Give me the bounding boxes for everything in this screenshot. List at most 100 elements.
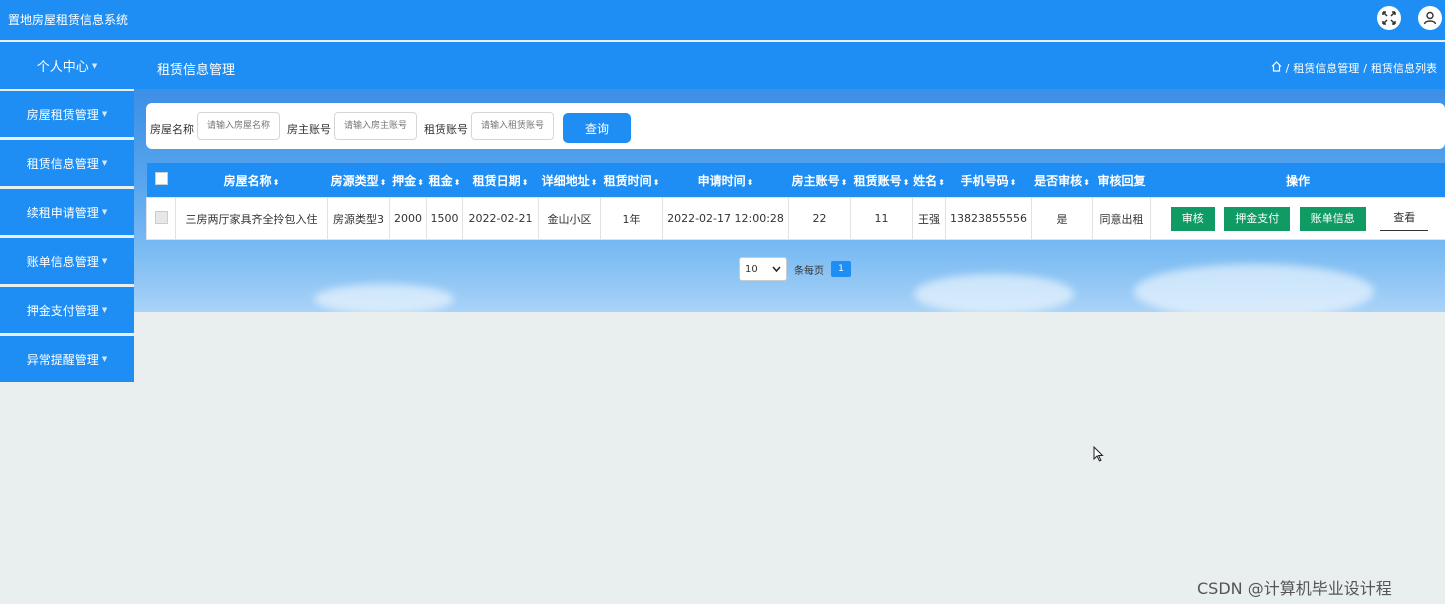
sidebar-item-label: 房屋租赁管理: [26, 107, 99, 122]
column-header[interactable]: 是否审核⬍: [1031, 163, 1093, 198]
column-header: 审核回复: [1092, 163, 1151, 198]
table-cell: 2022-02-21: [462, 197, 539, 240]
table-cell: 三房两厅家具齐全拎包入住: [175, 197, 328, 240]
cloud-decoration: [314, 284, 454, 312]
view-button[interactable]: 查看: [1380, 206, 1429, 231]
sidebar-item-alerts[interactable]: 异常提醒管理 ▼: [0, 336, 134, 382]
sidebar-item-label: 续租申请管理: [26, 205, 99, 220]
breadcrumb-separator: /: [1285, 61, 1290, 75]
sidebar-item-deposit[interactable]: 押金支付管理 ▼: [0, 287, 134, 333]
row-checkbox[interactable]: [154, 210, 168, 224]
caret-down-icon: ▼: [101, 355, 108, 363]
caret-down-icon: ▼: [101, 159, 108, 167]
review-button[interactable]: 审核: [1170, 206, 1215, 231]
action-cell: 审核 押金支付 账单信息 查看: [1150, 197, 1445, 240]
column-header[interactable]: 申请时间⬍: [662, 163, 789, 198]
column-header[interactable]: 房源类型⬍: [327, 163, 390, 198]
owner-account-label: 房主账号: [287, 123, 331, 136]
select-all-cell: [146, 163, 176, 198]
house-name-label: 房屋名称: [150, 123, 194, 136]
caret-down-icon: ▼: [101, 208, 108, 216]
sort-icon[interactable]: ⬍: [841, 178, 848, 187]
column-header: 操作: [1150, 163, 1445, 198]
sort-icon[interactable]: ⬍: [653, 178, 660, 187]
watermark: CSDN @计算机毕业设计程: [1197, 579, 1392, 598]
column-header[interactable]: 租赁时间⬍: [600, 163, 663, 198]
column-header[interactable]: 详细地址⬍: [538, 163, 601, 198]
column-header[interactable]: 租赁日期⬍: [462, 163, 539, 198]
page-size-select[interactable]: 10: [739, 257, 787, 281]
select-all-checkbox[interactable]: [154, 172, 168, 185]
rental-table: 房屋名称⬍ 房源类型⬍ 押金⬍ 租金⬍ 租赁日期⬍ 详细地址⬍ 租赁时间⬍ 申请…: [146, 163, 1445, 240]
sidebar-item-renewal[interactable]: 续租申请管理 ▼: [0, 189, 134, 235]
column-header[interactable]: 房主账号⬍: [788, 163, 851, 198]
caret-down-icon: ▼: [101, 306, 108, 314]
table-cell: 是: [1031, 197, 1093, 240]
row-select-cell: [146, 197, 176, 240]
table-cell: 金山小区: [538, 197, 601, 240]
renter-account-input[interactable]: [471, 112, 554, 140]
table-cell: 13823855556: [945, 197, 1032, 240]
cloud-decoration: [1134, 264, 1374, 312]
expand-icon[interactable]: [1377, 6, 1401, 30]
search-panel: 房屋名称 房主账号 租赁账号: [146, 103, 1445, 149]
app-title: 置地房屋租赁信息系统: [8, 13, 129, 27]
owner-account-input[interactable]: [334, 112, 417, 140]
bill-info-button[interactable]: 账单信息: [1299, 206, 1366, 231]
table-cell: 王强: [912, 197, 946, 240]
sort-icon[interactable]: ⬍: [938, 178, 945, 187]
column-header[interactable]: 押金⬍: [389, 163, 427, 198]
pagination: 10 条每页 1: [739, 257, 851, 281]
page-number-button[interactable]: 1: [831, 261, 851, 277]
user-icon[interactable]: [1418, 6, 1442, 30]
sort-icon[interactable]: ⬍: [454, 178, 461, 187]
deposit-pay-button[interactable]: 押金支付: [1224, 206, 1291, 231]
column-header[interactable]: 租金⬍: [426, 163, 463, 198]
table-row: 三房两厅家具齐全拎包入住 房源类型3 2000 1500 2022-02-21 …: [146, 197, 1445, 240]
sort-icon[interactable]: ⬍: [273, 178, 280, 187]
personal-center-label: 个人中心: [36, 60, 89, 75]
sidebar-item-label: 押金支付管理: [26, 303, 99, 318]
sidebar-item-label: 账单信息管理: [26, 254, 99, 269]
table-header-row: 房屋名称⬍ 房源类型⬍ 押金⬍ 租金⬍ 租赁日期⬍ 详细地址⬍ 租赁时间⬍ 申请…: [146, 163, 1445, 198]
column-header[interactable]: 租赁账号⬍: [850, 163, 913, 198]
caret-down-icon: ▼: [101, 110, 108, 118]
caret-down-icon: ▼: [91, 61, 98, 70]
nav-bar: 个人中心 ▼ 租赁信息管理 / 租赁信息管理 / 租赁信息列表: [0, 42, 1445, 89]
sidebar-item-house-rental[interactable]: 房屋租赁管理 ▼: [0, 91, 134, 137]
column-header[interactable]: 姓名⬍: [912, 163, 946, 198]
search-button[interactable]: 查询: [563, 113, 631, 143]
sort-icon[interactable]: ⬍: [522, 178, 529, 187]
sort-icon[interactable]: ⬍: [591, 178, 598, 187]
breadcrumb-separator: /: [1363, 61, 1367, 75]
sidebar-item-label: 租赁信息管理: [26, 156, 99, 171]
sidebar-item-rental-info[interactable]: 租赁信息管理 ▼: [0, 140, 134, 186]
sort-icon[interactable]: ⬍: [747, 178, 754, 187]
mouse-cursor-icon: [1093, 446, 1104, 462]
table-cell: 2022-02-17 12:00:28: [662, 197, 789, 240]
sort-icon[interactable]: ⬍: [903, 178, 910, 187]
sidebar-item-bills[interactable]: 账单信息管理 ▼: [0, 238, 134, 284]
sidebar: 房屋租赁管理 ▼ 租赁信息管理 ▼ 续租申请管理 ▼ 账单信息管理 ▼ 押金支付管理 ▼ …: [0, 91, 134, 385]
breadcrumb: / 租赁信息管理 / 租赁信息列表: [1271, 60, 1437, 76]
personal-center-menu[interactable]: 个人中心 ▼: [0, 42, 134, 89]
house-name-input[interactable]: [197, 112, 280, 140]
table-cell: 同意出租: [1092, 197, 1151, 240]
column-header[interactable]: 房屋名称⬍: [175, 163, 328, 198]
top-bar: 置地房屋租赁信息系统: [0, 0, 1445, 40]
breadcrumb-item: 租赁信息列表: [1371, 62, 1437, 75]
sort-icon[interactable]: ⬍: [417, 178, 424, 187]
table-cell: 11: [850, 197, 913, 240]
sort-icon[interactable]: ⬍: [380, 178, 387, 187]
sort-icon[interactable]: ⬍: [1083, 178, 1090, 187]
table-cell: 房源类型3: [327, 197, 390, 240]
column-header[interactable]: 手机号码⬍: [945, 163, 1032, 198]
page-size-value: 10: [745, 263, 758, 275]
section-title: 租赁信息管理: [157, 63, 236, 78]
renter-account-label: 租赁账号: [424, 123, 468, 136]
caret-down-icon: ▼: [101, 257, 108, 265]
home-icon[interactable]: [1271, 61, 1282, 75]
breadcrumb-item[interactable]: 租赁信息管理: [1293, 60, 1359, 76]
table-cell: 2000: [389, 197, 427, 240]
sort-icon[interactable]: ⬍: [1010, 178, 1017, 187]
